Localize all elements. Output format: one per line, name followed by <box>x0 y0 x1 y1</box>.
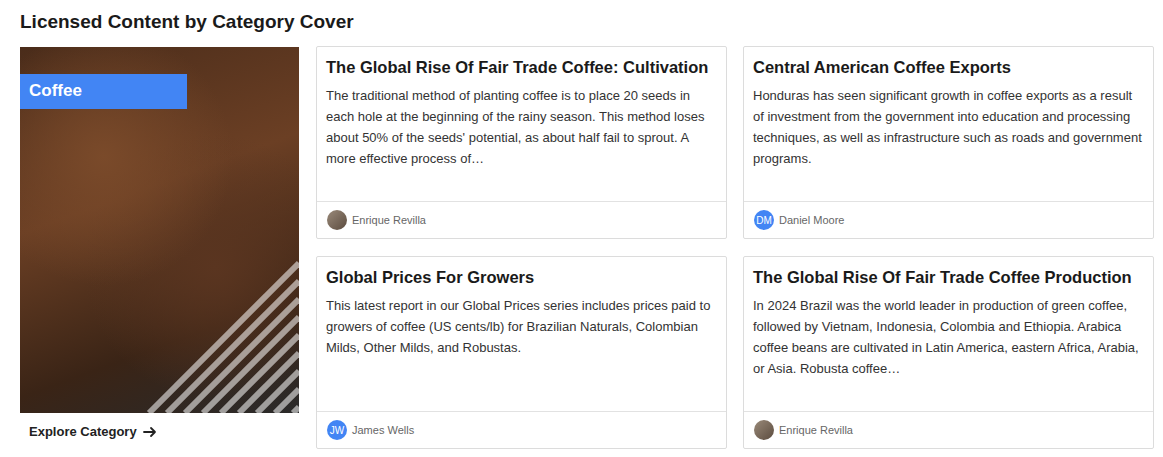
category-cover[interactable]: Coffee Explore Category <box>20 47 299 449</box>
article-card[interactable]: The Global Rise Of Fair Trade Coffee: Cu… <box>316 46 727 239</box>
licensed-content-section: Licensed Content by Category Cover Coffe… <box>0 0 1163 449</box>
arrow-right-icon <box>143 425 157 439</box>
category-label: Coffee <box>20 74 187 109</box>
article-card[interactable]: Global Prices For Growers This latest re… <box>316 256 727 449</box>
explore-category-link[interactable]: Explore Category <box>20 413 299 439</box>
article-author: JW James Wells <box>317 411 726 448</box>
author-avatar: JW <box>327 420 347 440</box>
author-name: James Wells <box>352 424 414 436</box>
author-name: Daniel Moore <box>779 214 844 226</box>
article-excerpt: In 2024 Brazil was the world leader in p… <box>744 289 1153 411</box>
article-title[interactable]: The Global Rise Of Fair Trade Coffee: Cu… <box>317 47 726 79</box>
author-avatar <box>754 420 774 440</box>
article-title[interactable]: Central American Coffee Exports <box>744 47 1153 79</box>
author-avatar <box>327 210 347 230</box>
article-title[interactable]: The Global Rise Of Fair Trade Coffee Pro… <box>744 257 1153 289</box>
stripes-decoration <box>129 243 299 413</box>
author-avatar: DM <box>754 210 774 230</box>
article-excerpt: Honduras has seen significant growth in … <box>744 79 1153 201</box>
author-name: Enrique Revilla <box>779 424 853 436</box>
article-card[interactable]: The Global Rise Of Fair Trade Coffee Pro… <box>743 256 1154 449</box>
article-card[interactable]: Central American Coffee Exports Honduras… <box>743 46 1154 239</box>
section-title: Licensed Content by Category Cover <box>20 9 1154 35</box>
author-name: Enrique Revilla <box>352 214 426 226</box>
article-excerpt: The traditional method of planting coffe… <box>317 79 726 201</box>
category-photo: Coffee <box>20 47 299 413</box>
article-author: DM Daniel Moore <box>744 201 1153 238</box>
article-title[interactable]: Global Prices For Growers <box>317 257 726 289</box>
article-author: Enrique Revilla <box>744 411 1153 448</box>
article-author: Enrique Revilla <box>317 201 726 238</box>
article-excerpt: This latest report in our Global Prices … <box>317 289 726 411</box>
